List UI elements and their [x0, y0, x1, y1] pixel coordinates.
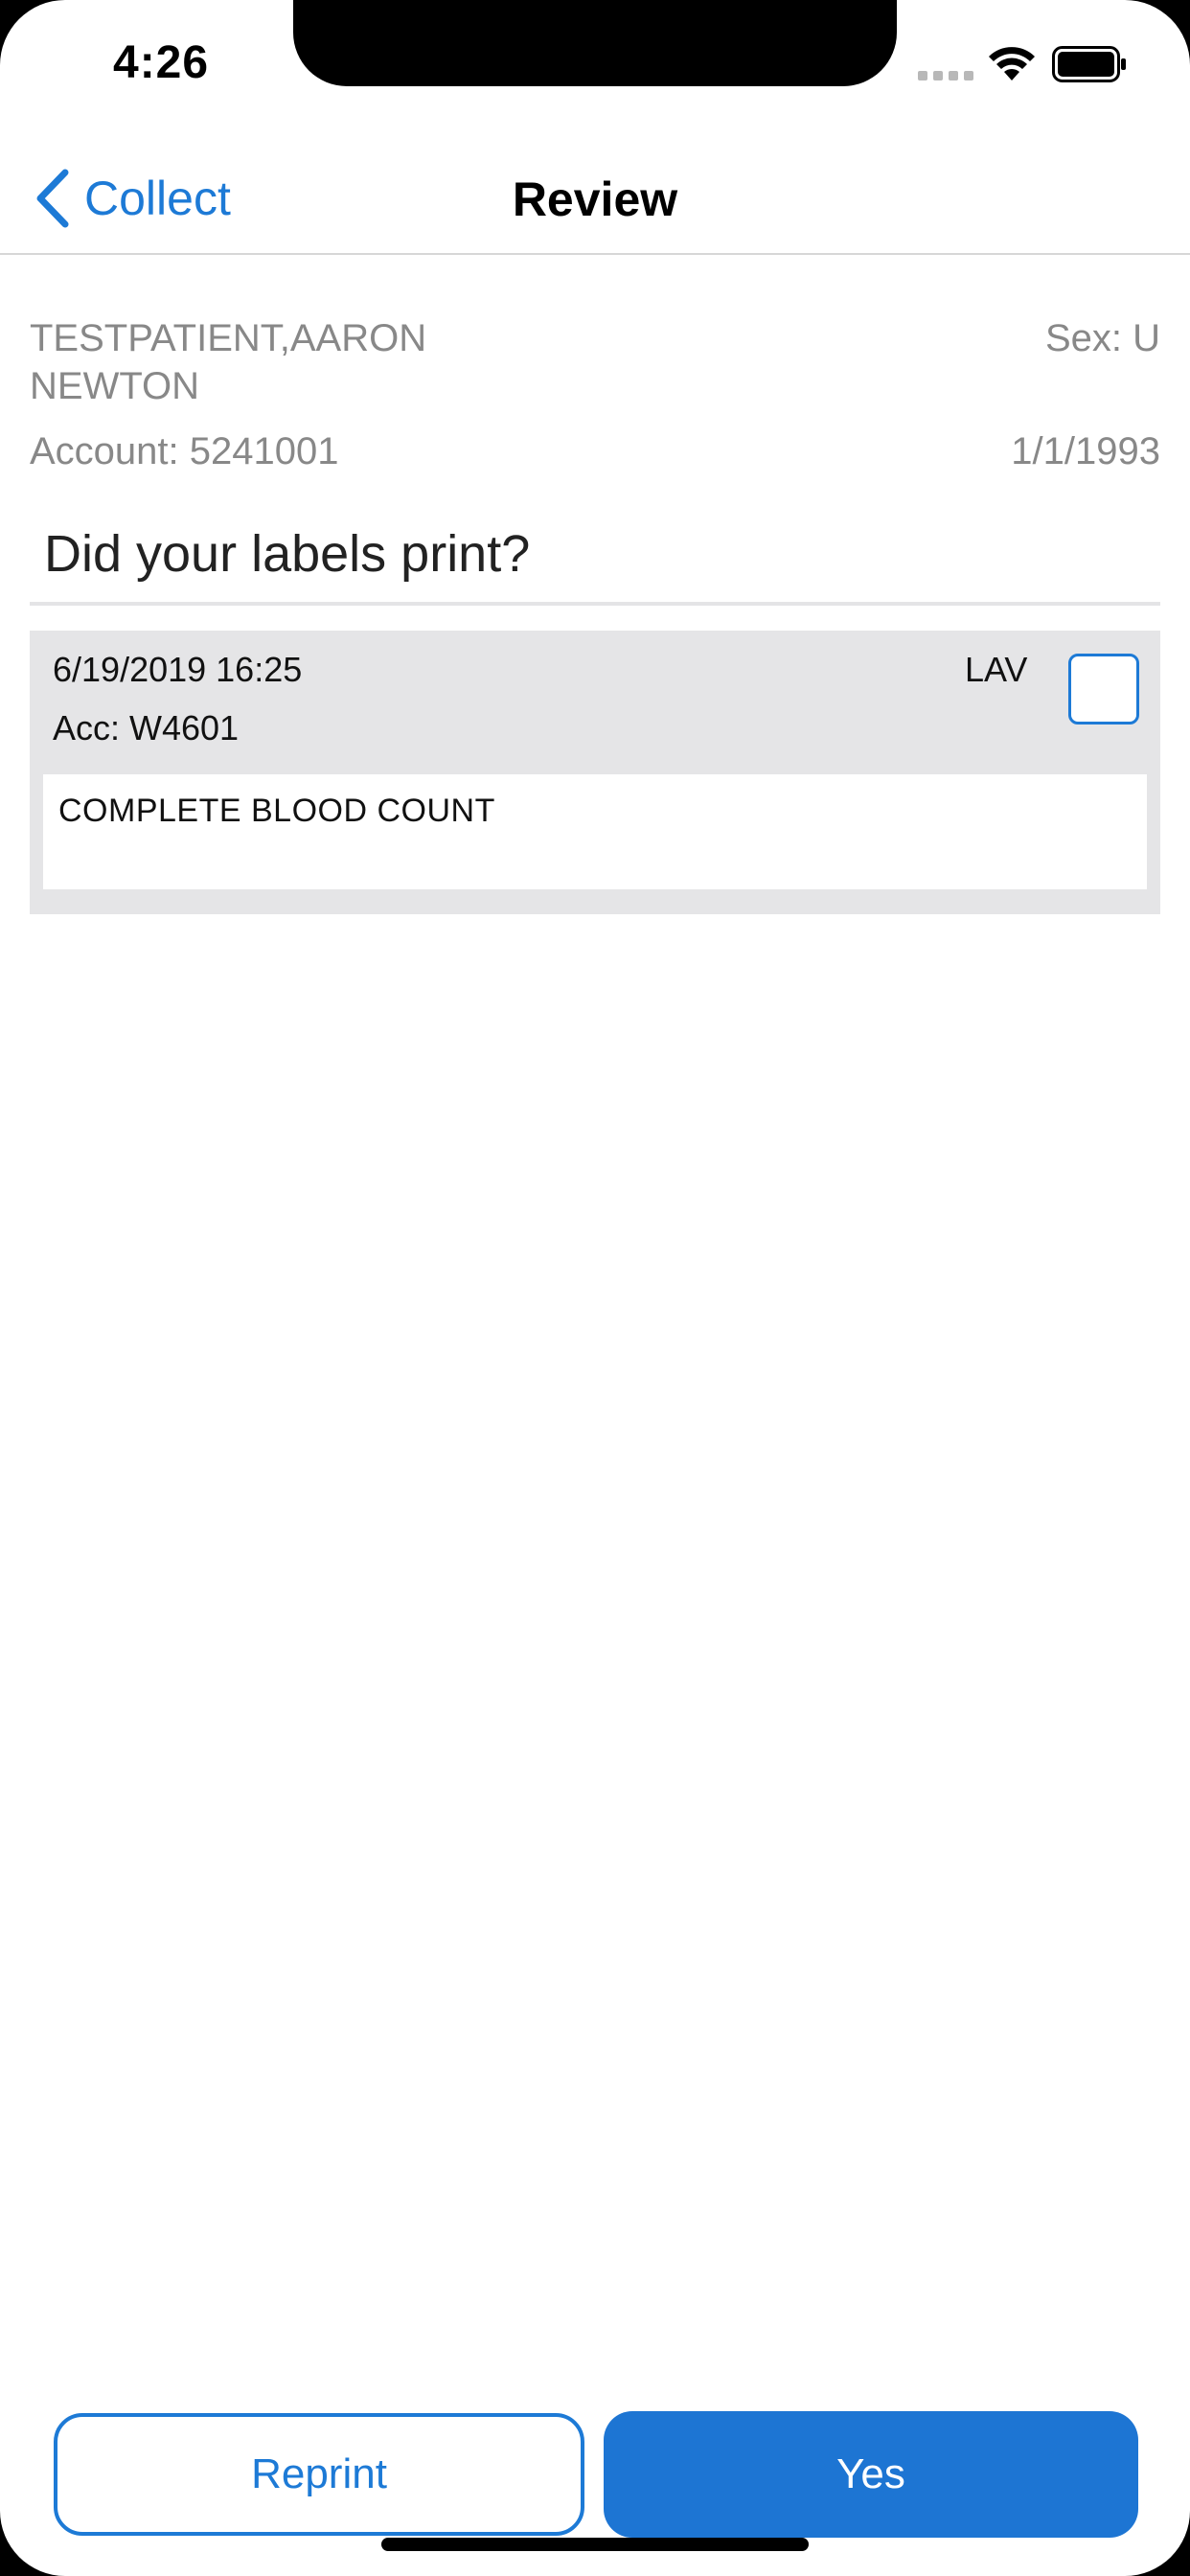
- order-card: 6/19/2019 16:25 Acc: W4601 LAV COMPLETE …: [30, 631, 1160, 914]
- battery-icon: [1052, 46, 1126, 82]
- chevron-left-icon: [36, 169, 69, 228]
- order-tube-type: LAV: [965, 650, 1028, 689]
- status-time: 4:26: [113, 37, 210, 88]
- order-test-name: COMPLETE BLOOD COUNT: [58, 793, 495, 829]
- back-button-label: Collect: [84, 172, 231, 225]
- patient-sex: Sex: U: [1044, 317, 1160, 359]
- labels-printed-question: Did your labels print?: [44, 525, 531, 583]
- yes-button[interactable]: Yes: [604, 2411, 1138, 2538]
- phone-screen: 4:26 Collect Review TESTPATIENT,AARON NE…: [0, 0, 1190, 2576]
- notch: [293, 0, 897, 86]
- cellular-signal-icon: [918, 71, 973, 80]
- order-checkbox[interactable]: [1068, 654, 1139, 724]
- patient-account: Account: 5241001: [30, 430, 339, 472]
- order-datetime: 6/19/2019 16:25: [53, 650, 303, 689]
- divider: [30, 602, 1160, 606]
- navigation-bar: Collect Review: [0, 144, 1190, 255]
- reprint-button[interactable]: Reprint: [54, 2413, 584, 2536]
- back-button[interactable]: Collect: [33, 155, 231, 242]
- wifi-icon: [989, 47, 1035, 80]
- order-accession: Acc: W4601: [53, 708, 240, 748]
- home-indicator: [381, 2538, 809, 2551]
- order-test-panel: COMPLETE BLOOD COUNT: [43, 774, 1147, 889]
- patient-dob: 1/1/1993: [1011, 430, 1160, 472]
- patient-name: TESTPATIENT,AARON NEWTON: [30, 317, 427, 407]
